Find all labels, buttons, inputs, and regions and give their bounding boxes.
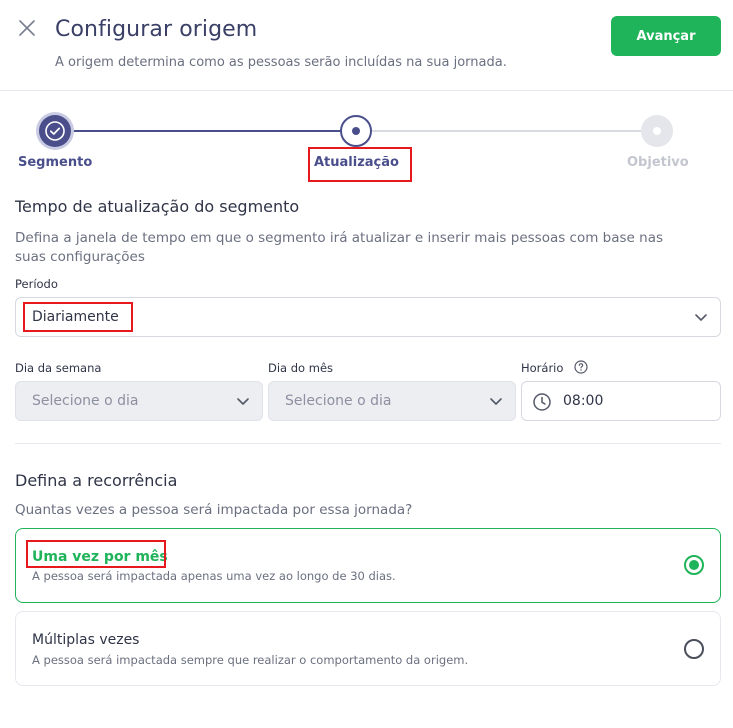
period-value: Diariamente <box>32 309 119 325</box>
current-dot-icon <box>352 127 360 135</box>
weekday-placeholder: Selecione o dia <box>32 393 139 409</box>
weekday-label: Dia da semana <box>15 361 102 375</box>
update-section-description-line1: Defina a janela de tempo em que o segmen… <box>15 230 664 246</box>
modal-header: Configurar origem A origem determina com… <box>0 0 733 91</box>
option-description: A pessoa será impactada apenas uma vez a… <box>32 569 396 583</box>
recurrence-question: Quantas vezes a pessoa será impactada po… <box>15 502 413 518</box>
recurrence-section-title: Defina a recorrência <box>15 471 178 490</box>
weekday-select[interactable]: Selecione o dia <box>15 381 263 421</box>
step-atualizacao-label: Atualização <box>314 155 399 170</box>
time-value: 08:00 <box>563 393 604 409</box>
option-title: Múltiplas vezes <box>32 632 140 648</box>
pending-dot-icon <box>653 127 661 135</box>
time-input[interactable]: 08:00 <box>521 381 721 421</box>
stepper-line-pending <box>372 130 642 132</box>
radio-unselected-icon[interactable] <box>684 639 704 659</box>
close-icon[interactable] <box>17 18 37 38</box>
period-select[interactable]: Diariamente <box>15 297 721 337</box>
step-objetivo-circle[interactable] <box>641 115 673 147</box>
chevron-down-icon <box>237 398 249 405</box>
recurrence-option-multiple[interactable]: Múltiplas vezes A pessoa será impactada … <box>15 611 721 686</box>
period-label: Período <box>15 277 58 291</box>
page-title: Configurar origem <box>55 17 258 42</box>
step-atualizacao-circle[interactable] <box>340 115 372 147</box>
step-objetivo-label: Objetivo <box>627 155 689 170</box>
stepper: Segmento Atualização Objetivo <box>0 110 733 180</box>
chevron-down-icon <box>695 314 707 321</box>
clock-icon <box>533 393 551 411</box>
radio-selected-icon[interactable] <box>684 555 704 575</box>
monthday-label: Dia do mês <box>268 361 334 375</box>
next-button[interactable]: Avançar <box>611 16 721 56</box>
step-segmento-label: Segmento <box>18 155 93 170</box>
help-icon[interactable] <box>574 360 588 374</box>
chevron-down-icon <box>490 398 502 405</box>
monthday-placeholder: Selecione o dia <box>285 393 392 409</box>
option-description: A pessoa será impactada sempre que reali… <box>32 653 469 667</box>
update-section-title: Tempo de atualização do segmento <box>15 197 300 216</box>
update-section-description-line2: suas configurações <box>15 249 145 265</box>
section-divider <box>15 443 721 444</box>
check-circle-icon <box>45 121 65 141</box>
step-segmento-circle[interactable] <box>39 115 71 147</box>
stepper-line-done <box>70 130 342 132</box>
page-subtitle: A origem determina como as pessoas serão… <box>55 55 507 70</box>
recurrence-option-once[interactable]: Uma vez por mês A pessoa será impactada … <box>15 528 721 603</box>
monthday-select[interactable]: Selecione o dia <box>268 381 516 421</box>
option-title: Uma vez por mês <box>32 549 168 565</box>
time-label: Horário <box>521 361 564 375</box>
